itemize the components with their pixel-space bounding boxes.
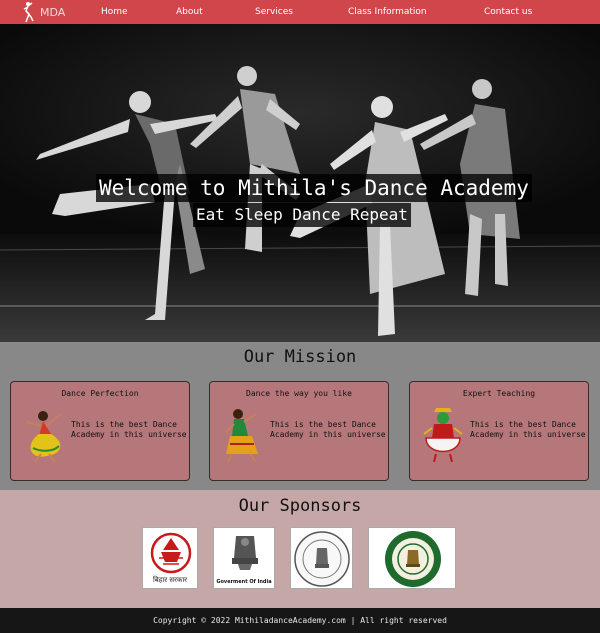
sponsors-heading: Our Sponsors — [238, 496, 362, 516]
brand-name: MDA — [40, 5, 66, 19]
nav-link-home[interactable]: Home — [101, 0, 128, 24]
sponsor-logo-bihar-government[interactable]: बिहार सरकार — [142, 527, 198, 589]
mission-card-dance-perfection: Dance Perfection This is the best Dance … — [10, 381, 190, 481]
hero-banner: Welcome to Mithila's Dance Academy Eat S… — [0, 24, 600, 342]
sponsors-section: Our Sponsors बिहार सरकार Goverment Of In… — [0, 490, 600, 608]
dancer-logo-icon — [23, 2, 34, 23]
kathakali-dancer-icon — [423, 408, 463, 463]
brand[interactable]: MDA — [20, 0, 65, 24]
mission-card-dance-the-way-you-like: Dance the way you like This is the best … — [209, 381, 389, 481]
ministry-seal-icon — [294, 531, 350, 587]
card-title: Dance Perfection — [61, 389, 139, 398]
india-caption: Goverment Of India — [216, 579, 272, 585]
bihar-caption: बिहार सरकार — [152, 576, 188, 584]
card-title: Dance the way you like — [246, 389, 352, 398]
hero-title: Welcome to Mithila's Dance Academy — [96, 174, 532, 202]
mission-heading: Our Mission — [243, 347, 357, 367]
dancer-illustration-icon — [26, 411, 62, 463]
sponsor-logo-government-of-india[interactable]: Goverment Of India — [213, 527, 275, 589]
nav-link-contact-us[interactable]: Contact us — [484, 0, 532, 24]
navbar: MDA Home About Services Class Informatio… — [0, 0, 600, 24]
nav-link-services[interactable]: Services — [255, 0, 293, 24]
sponsor-logo-ministry-of-culture[interactable] — [290, 527, 353, 589]
sponsor-logo-state-seal[interactable] — [368, 527, 456, 589]
mission-card-expert-teaching: Expert Teaching This is the best Dance A… — [409, 381, 589, 481]
nav-link-about[interactable]: About — [176, 0, 203, 24]
card-text: This is the best Dance Academy in this u… — [270, 420, 386, 439]
state-seal-icon — [385, 531, 441, 587]
footer: Copyright © 2022 MithiladanceAcademy.com… — [0, 608, 600, 633]
mission-section: Our Mission Dance Perfection This is the… — [0, 342, 600, 490]
dancer-illustration-icon — [225, 409, 258, 463]
nav-link-class-information[interactable]: Class Information — [348, 0, 427, 24]
card-text: This is the best Dance Academy in this u… — [71, 420, 187, 439]
hero-subtitle: Eat Sleep Dance Repeat — [193, 203, 411, 227]
card-title: Expert Teaching — [462, 389, 536, 398]
card-text: This is the best Dance Academy in this u… — [470, 420, 586, 439]
